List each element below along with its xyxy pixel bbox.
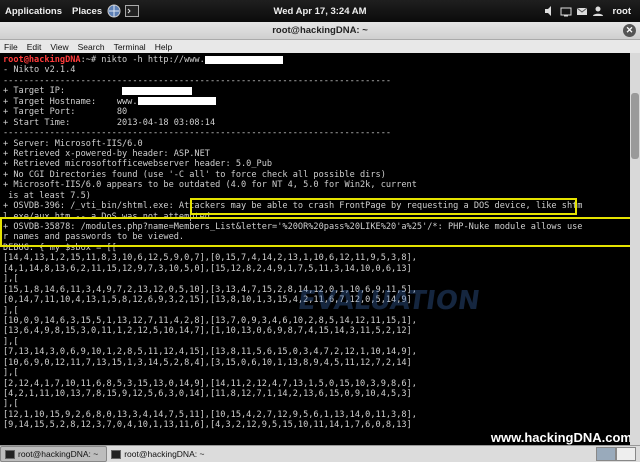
terminal-icon — [5, 449, 15, 459]
menu-search[interactable]: Search — [74, 42, 110, 52]
output-line: DEBUG: { my $sbox = [[ — [3, 242, 117, 253]
menu-terminal[interactable]: Terminal — [110, 42, 151, 52]
close-icon[interactable]: ✕ — [623, 24, 636, 37]
output-line: [14,4,13,1,2,15,11,8,3,10,6,12,5,9,0,7],… — [3, 253, 417, 264]
mail-icon[interactable] — [576, 5, 588, 17]
taskbar-window-label: root@hackingDNA: ~ — [18, 449, 99, 459]
output-line: ],[ — [3, 274, 19, 285]
output-line: is at least 7.5) — [3, 190, 91, 201]
system-tray: root — [544, 0, 636, 22]
output-line: ----------------------------------------… — [3, 128, 392, 139]
user-icon[interactable] — [592, 5, 604, 17]
terminal-icon — [111, 449, 122, 459]
workspace-switcher[interactable] — [596, 447, 636, 461]
redacted-hostname — [137, 97, 216, 106]
redacted-ip — [122, 86, 193, 95]
redacted-url — [204, 55, 283, 64]
output-line: ----------------------------------------… — [3, 75, 392, 86]
top-panel: Applications Places Wed Apr 17, 3:24 AM … — [0, 0, 640, 22]
output-line: [7,13,14,3,0,6,9,10,1,2,8,5,11,12,4,15],… — [3, 347, 417, 358]
output-line: + Retrieved x-powered-by header: ASP.NET — [3, 148, 210, 159]
output-line: + Microsoft-IIS/6.0 appears to be outdat… — [3, 180, 417, 191]
terminal-output[interactable]: root@hackingDNA:~# nikto -h http://www. -… — [0, 53, 630, 445]
output-line: + Target Port: 80 — [3, 107, 128, 118]
terminal-scrollbar[interactable] — [630, 53, 640, 445]
output-line: [4,2,1,11,10,13,7,8,15,9,12,5,6,3,0,14],… — [3, 389, 412, 399]
user-menu[interactable]: root — [608, 6, 636, 17]
output-line: [0,14,7,11,10,4,13,1,5,8,12,6,9,3,2,15],… — [3, 295, 412, 306]
window-title: root@hackingDNA: ~ — [272, 25, 368, 36]
output-line: + No CGI Directories found (use '-C all'… — [3, 169, 386, 180]
output-line: - Nikto v2.1.4 — [3, 65, 76, 76]
volume-icon[interactable] — [544, 5, 556, 17]
output-line: + Start Time: 2013-04-18 03:08:14 — [3, 117, 216, 128]
menu-file[interactable]: File — [0, 42, 23, 52]
command-text: :~# nikto -h http://www. — [80, 55, 205, 65]
output-line: l.exe/aux.htm -- a DoS was not attempted… — [3, 211, 216, 222]
menu-view[interactable]: View — [46, 42, 73, 52]
output-line: [10,0,9,14,6,3,15,5,1,13,12,7,11,4,2,8],… — [3, 315, 417, 326]
site-label: www.hackingDNA.com — [490, 430, 632, 445]
output-line: ],[ — [3, 305, 19, 316]
taskbar-window-1[interactable]: root@hackingDNA: ~ — [0, 446, 108, 462]
output-line: [12,1,10,15,9,2,6,8,0,13,3,4,14,7,5,11],… — [3, 409, 417, 420]
output-line: ],[ — [3, 399, 19, 410]
output-line: r names and passwords to be viewed. — [3, 232, 185, 243]
workspace-2[interactable] — [616, 447, 636, 461]
terminal-text: root@hackingDNA:~# nikto -h http://www. -… — [0, 53, 630, 441]
applications-menu[interactable]: Applications — [0, 6, 67, 17]
output-line: [15,1,8,14,6,11,3,4,9,7,2,13,12,0,5,10],… — [3, 284, 417, 295]
prompt-user: root@hackingDNA — [3, 55, 81, 65]
output-line: [4,1,14,8,13,6,2,11,15,12,9,7,3,10,5,0],… — [3, 263, 412, 274]
places-menu[interactable]: Places — [67, 6, 107, 17]
output-line-osvdb-396: + OSVDB-396: /_vti_bin/shtml.exe: Attack… — [3, 201, 583, 212]
bottom-taskbar: root@hackingDNA: ~ root@hackingDNA: ~ — [0, 445, 640, 462]
menu-edit[interactable]: Edit — [23, 42, 47, 52]
scrollbar-thumb[interactable] — [631, 93, 639, 159]
window-titlebar[interactable]: root@hackingDNA: ~ ✕ — [0, 22, 640, 40]
command-line: root@hackingDNA:~# nikto -h http://www. — [3, 55, 630, 65]
taskbar-window-2[interactable]: root@hackingDNA: ~ — [107, 447, 212, 461]
workspace-1[interactable] — [596, 447, 616, 461]
browser-icon[interactable] — [107, 4, 121, 18]
terminal-menubar: File Edit View Search Terminal Help — [0, 40, 640, 53]
output-line-target-hostname: + Target Hostname: www. — [3, 97, 630, 107]
network-icon[interactable] — [560, 5, 572, 17]
output-line-osvdb-35878: + OSVDB-35878: /modules.php?name=Members… — [3, 222, 583, 232]
output-line: ],[ — [3, 336, 19, 347]
output-line: [10,6,9,0,12,11,7,13,15,1,3,14,5,2,8,4],… — [3, 357, 412, 368]
output-line: + Server: Microsoft-IIS/6.0 — [3, 138, 143, 149]
taskbar-window-label: root@hackingDNA: ~ — [124, 449, 205, 459]
output-line: [2,12,4,1,7,10,11,6,8,5,3,15,13,0,14,9],… — [3, 378, 417, 389]
output-line: ],[ — [3, 368, 19, 379]
output-line-target-ip: + Target IP: — [3, 86, 630, 96]
output-line: + Retrieved microsoftofficewebserver hea… — [3, 159, 273, 170]
menu-help[interactable]: Help — [151, 42, 177, 52]
output-line: [13,6,4,9,8,15,3,0,11,1,2,12,5,10,14,7],… — [3, 326, 412, 337]
terminal-launcher-icon[interactable] — [125, 5, 140, 17]
